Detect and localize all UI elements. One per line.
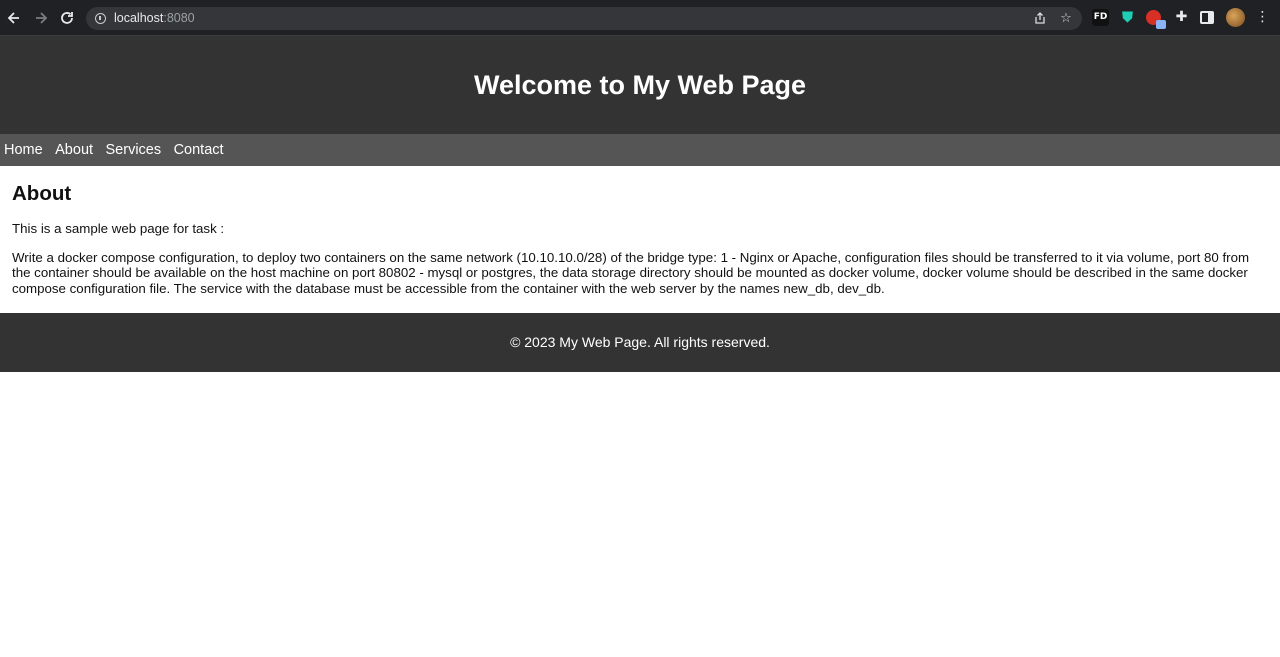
section-heading: About [12,182,72,205]
side-panel-icon[interactable] [1200,11,1214,24]
back-button[interactable] [4,8,24,28]
reload-icon [61,12,73,24]
nav-link-contact[interactable]: Contact [174,134,224,166]
browser-toolbar: localhost:8080 ☆ FD ⛊ ✚ ⋮ [0,0,1280,36]
more-menu-icon[interactable]: ⋮ [1254,9,1271,26]
copyright-text: © 2023 My Web Page. All rights reserved. [510,334,770,350]
nav-link-home[interactable]: Home [4,134,43,166]
fd-extension-icon[interactable]: FD [1092,9,1109,26]
arrow-left-icon [7,12,19,24]
page-footer: © 2023 My Web Page. All rights reserved. [0,313,1280,372]
red-extension-icon[interactable] [1146,10,1166,29]
task-paragraph: Write a docker compose configuration, to… [12,249,1250,296]
intro-paragraph: This is a sample web page for task : [12,221,225,236]
shield-extension-icon[interactable]: ⛊ [1119,9,1136,26]
site-info-icon[interactable] [95,13,106,24]
page-header: Welcome to My Web Page [0,36,1280,134]
main-nav: Home About Services Contact [0,134,1280,166]
bookmark-star-icon[interactable]: ☆ [1058,11,1074,27]
nav-link-services[interactable]: Services [106,134,162,166]
extensions-puzzle-icon[interactable]: ✚ [1173,9,1190,26]
arrow-right-icon [36,12,48,24]
forward-button[interactable] [31,8,51,28]
nav-link-about[interactable]: About [55,134,93,166]
address-bar[interactable]: localhost:8080 ☆ [86,7,1082,30]
page-title: Welcome to My Web Page [473,70,807,100]
profile-avatar[interactable] [1226,8,1245,27]
share-icon[interactable] [1032,11,1048,27]
url-text[interactable]: localhost:8080 [114,11,195,25]
reload-button[interactable] [57,8,77,28]
about-section: About This is a sample web page for task… [12,166,1264,296]
